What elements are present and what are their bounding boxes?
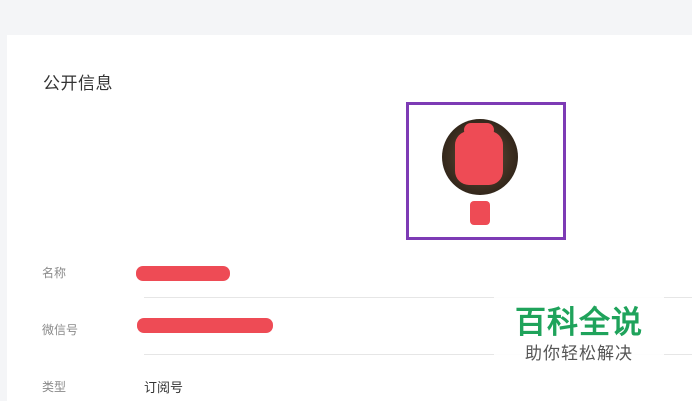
watermark-title: 百科全说 [515, 305, 643, 340]
watermark: 百科全说 助你轻松解决 [494, 296, 664, 372]
avatar-redaction [455, 131, 503, 185]
avatar[interactable] [442, 119, 518, 195]
name-redaction [136, 266, 230, 281]
avatar-caption-redaction [470, 201, 490, 225]
row-label-wechat-id: 微信号 [42, 323, 79, 337]
section-title: 公开信息 [43, 74, 113, 93]
watermark-subtitle: 助你轻松解决 [525, 344, 633, 363]
row-label-type: 类型 [42, 380, 67, 394]
wechat-id-redaction [137, 318, 273, 333]
avatar-redaction-top [464, 123, 494, 137]
avatar-highlight-box[interactable] [406, 102, 566, 240]
row-value-type: 订阅号 [144, 380, 184, 395]
row-label-name: 名称 [42, 266, 67, 280]
